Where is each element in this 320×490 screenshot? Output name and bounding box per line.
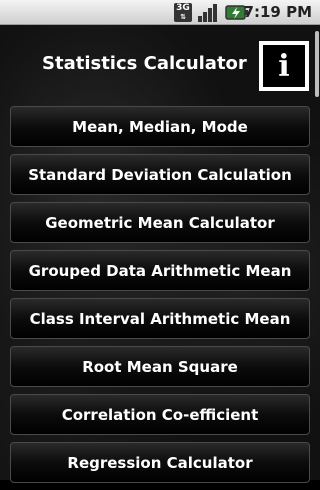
root-mean-square-button[interactable]: Root Mean Square: [10, 346, 310, 387]
scrollbar[interactable]: [315, 31, 319, 97]
grouped-data-mean-button[interactable]: Grouped Data Arithmetic Mean: [10, 250, 310, 291]
app-screen: Statistics Calculator i Mean, Median, Mo…: [0, 25, 320, 483]
class-interval-mean-button[interactable]: Class Interval Arithmetic Mean: [10, 298, 310, 339]
status-time: 7:19 PM: [243, 3, 312, 21]
calculator-menu: Mean, Median, Mode Standard Deviation Ca…: [10, 106, 310, 490]
correlation-coefficient-button[interactable]: Correlation Co-efficient: [10, 394, 310, 435]
regression-calculator-button[interactable]: Regression Calculator: [10, 442, 310, 483]
info-button[interactable]: i: [259, 41, 309, 91]
signal-strength-icon: [198, 4, 217, 22]
data-arrows-icon: ⇅: [180, 13, 186, 21]
network-type-label: 3G: [176, 3, 190, 13]
status-bar: 3G ⇅ 7:19 PM: [0, 0, 320, 25]
info-icon: i: [263, 45, 305, 87]
mean-median-mode-button[interactable]: Mean, Median, Mode: [10, 106, 310, 147]
geometric-mean-button[interactable]: Geometric Mean Calculator: [10, 202, 310, 243]
network-3g-icon: 3G ⇅: [174, 3, 192, 22]
standard-deviation-button[interactable]: Standard Deviation Calculation: [10, 154, 310, 195]
page-title: Statistics Calculator: [42, 53, 247, 74]
